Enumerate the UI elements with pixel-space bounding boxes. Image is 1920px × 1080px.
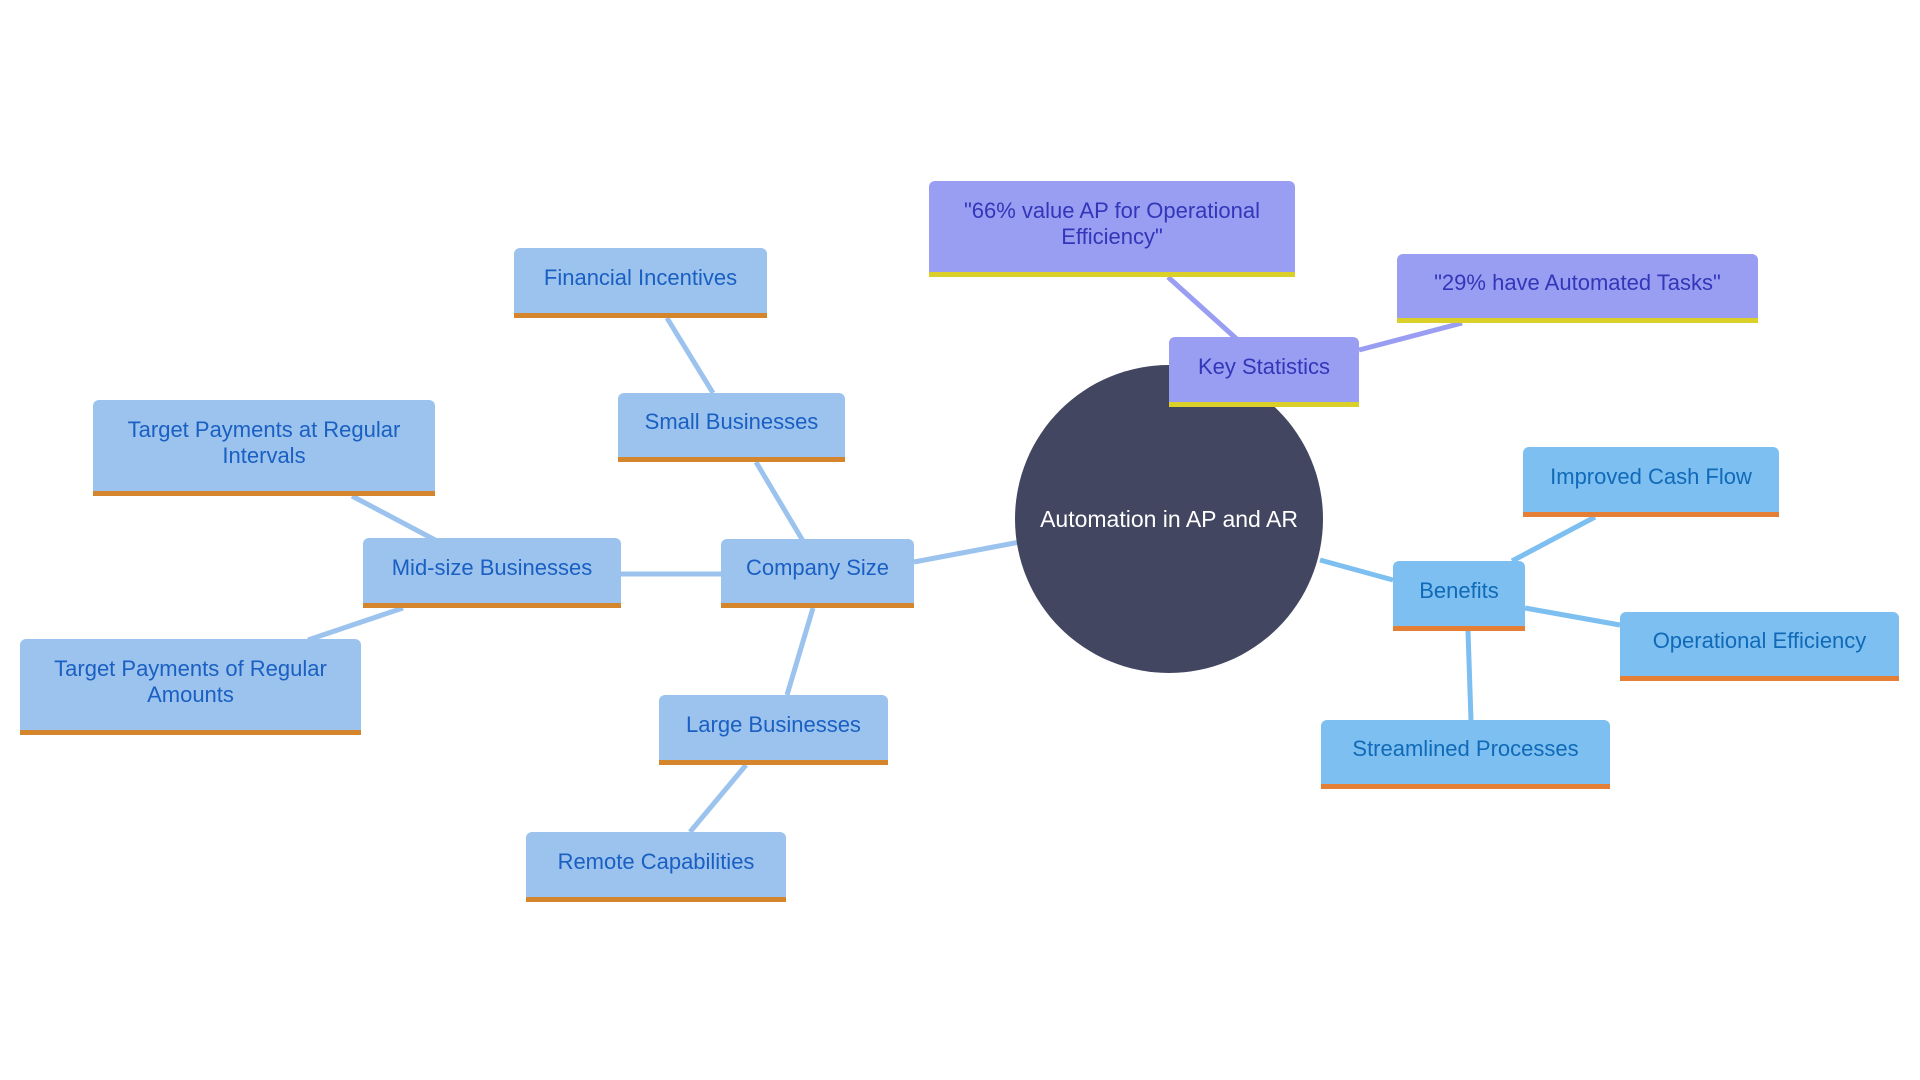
node-streamlined-processes[interactable]: Streamlined Processes <box>1321 720 1610 789</box>
node-label: Target Payments of Regular Amounts <box>54 655 327 707</box>
edge-root-company-size <box>913 539 1021 565</box>
node-financial-incentives[interactable]: Financial Incentives <box>514 248 767 318</box>
node-benefits[interactable]: Benefits <box>1393 561 1525 631</box>
edge-root-benefits <box>1319 557 1394 583</box>
node-target-amounts[interactable]: Target Payments of Regular Amounts <box>20 639 361 735</box>
node-label: Company Size <box>745 555 890 580</box>
mindmap-canvas: Automation in AP and AR "66% value AP fo… <box>0 0 1920 1080</box>
node-improved-cash-flow[interactable]: Improved Cash Flow <box>1523 447 1779 517</box>
node-stat-29[interactable]: "29% have Automated Tasks" <box>1397 254 1758 323</box>
node-stat-66[interactable]: "66% value AP for Operational Efficiency… <box>929 181 1295 277</box>
node-company-size[interactable]: Company Size <box>721 539 914 608</box>
node-mid-size-businesses[interactable]: Mid-size Businesses <box>363 538 621 608</box>
node-remote-capabilities[interactable]: Remote Capabilities <box>526 832 786 902</box>
node-operational-efficiency[interactable]: Operational Efficiency <box>1620 612 1899 681</box>
node-label: Benefits <box>1419 577 1499 603</box>
root-label: Automation in AP and AR <box>1040 505 1298 532</box>
node-target-intervals[interactable]: Target Payments at Regular Intervals <box>93 400 435 496</box>
mindmap-edges <box>307 275 1621 834</box>
root-node[interactable]: Automation in AP and AR <box>1015 365 1323 673</box>
node-label: Mid-size Businesses <box>391 554 593 580</box>
edge-benefits-cash-flow <box>1510 514 1597 564</box>
edge-benefits-streamlined <box>1465 630 1474 721</box>
node-key-statistics[interactable]: Key Statistics <box>1169 337 1359 407</box>
node-label: "66% value AP for Operational Efficiency… <box>963 197 1261 249</box>
edge-company-size-large <box>784 607 816 696</box>
node-label: Remote Capabilities <box>557 848 755 874</box>
edge-mid-intervals <box>350 493 439 544</box>
edge-mid-amounts <box>307 605 404 643</box>
node-label: Operational Efficiency <box>1652 628 1867 653</box>
node-small-businesses[interactable]: Small Businesses <box>618 393 845 462</box>
node-label: Large Businesses <box>686 711 861 737</box>
edge-key-66 <box>1166 275 1242 344</box>
node-label: Streamlined Processes <box>1352 736 1579 761</box>
node-label: Small Businesses <box>644 409 819 434</box>
node-label: Financial Incentives <box>543 264 738 290</box>
node-large-businesses[interactable]: Large Businesses <box>659 695 888 765</box>
edge-small-financial <box>664 316 716 395</box>
edge-key-29 <box>1358 320 1463 353</box>
node-label: "29% have Automated Tasks" <box>1434 270 1721 295</box>
node-label: Key Statistics <box>1197 353 1331 379</box>
edge-benefits-op-eff <box>1524 605 1621 628</box>
edge-large-remote <box>688 763 748 834</box>
node-label: Improved Cash Flow <box>1550 463 1752 489</box>
node-label: Target Payments at Regular Intervals <box>127 416 401 468</box>
edge-company-size-small <box>753 460 806 543</box>
